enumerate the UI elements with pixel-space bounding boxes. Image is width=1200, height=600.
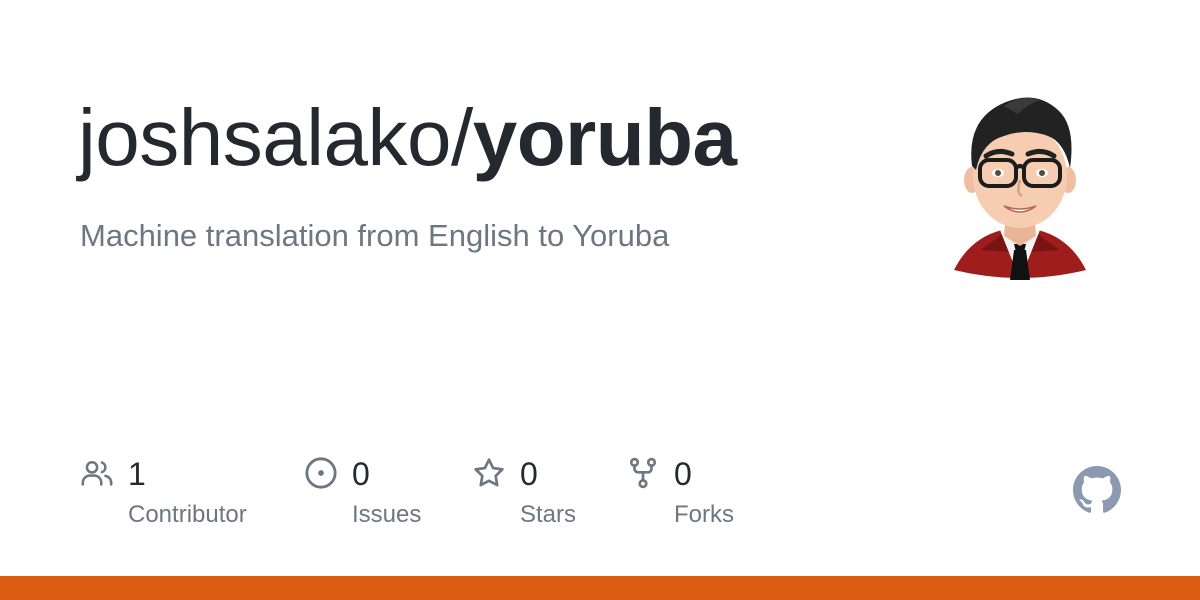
contributors-count: 1 (128, 456, 146, 492)
forks-count: 0 (674, 456, 692, 492)
repo-description: Machine translation from English to Yoru… (80, 218, 670, 253)
contributors-label: Contributor (128, 501, 247, 528)
issues-label: Issues (352, 501, 422, 528)
issue-opened-icon (305, 457, 337, 489)
language-bar (0, 576, 1200, 600)
stars-count: 0 (520, 456, 538, 492)
repo-social-card: joshsalako/yoruba Machine translation fr… (0, 0, 1200, 600)
forks-label: Forks (674, 501, 734, 528)
star-icon (474, 458, 504, 487)
repo-forked-icon (629, 457, 657, 489)
github-mark-icon[interactable] (1073, 466, 1121, 514)
repo-owner: joshsalako/ (78, 93, 473, 182)
stars-label: Stars (520, 501, 577, 528)
people-icon (81, 460, 113, 486)
issues-count: 0 (352, 456, 370, 492)
repo-title[interactable]: joshsalako/yoruba (78, 88, 737, 188)
repo-name: yoruba (472, 93, 737, 182)
avatar (954, 97, 1086, 280)
